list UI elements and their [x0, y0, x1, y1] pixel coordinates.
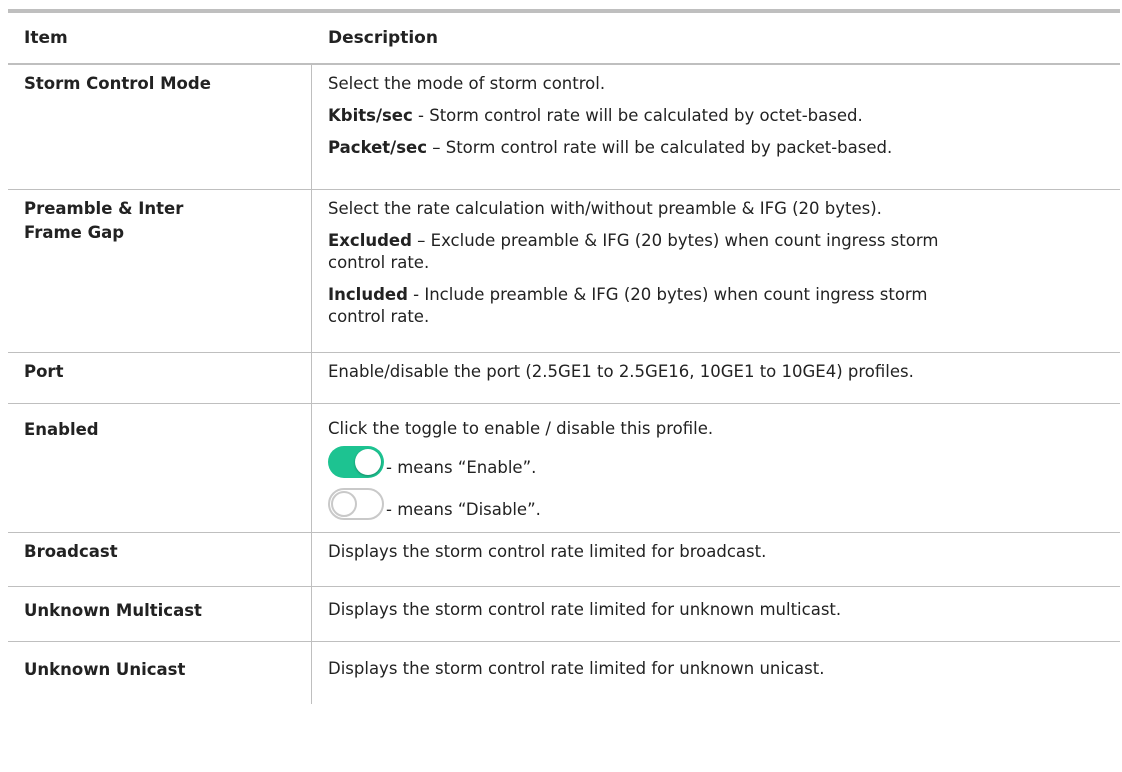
- description-line: Included - Include preamble & IFG (20 by…: [328, 284, 1112, 328]
- description-unknown-unicast: Displays the storm control rate limited …: [312, 642, 1120, 704]
- toggle-on-icon: [328, 446, 384, 478]
- table-row: Port Enable/disable the port (2.5GE1 to …: [8, 353, 1120, 404]
- description-text: – Storm control rate will be calculated …: [427, 138, 893, 157]
- description-line: Select the rate calculation with/without…: [328, 198, 1112, 220]
- item-broadcast: Broadcast: [8, 533, 312, 586]
- item-unknown-multicast: Unknown Multicast: [8, 587, 312, 641]
- item-storm-control-mode: Storm Control Mode: [8, 65, 312, 189]
- description-table: Item Description Storm Control Mode Sele…: [8, 9, 1120, 704]
- description-storm-control-mode: Select the mode of storm control. Kbits/…: [312, 65, 1120, 189]
- description-line: Displays the storm control rate limited …: [328, 599, 1112, 621]
- description-text: Displays the storm control rate limited …: [328, 659, 825, 678]
- description-preamble-ifg: Select the rate calculation with/without…: [312, 190, 1120, 352]
- description-text: Select the rate calculation with/without…: [328, 199, 882, 218]
- toggle-enable-text: - means “Enable”.: [386, 458, 537, 477]
- description-line: Displays the storm control rate limited …: [328, 541, 1112, 563]
- toggle-enable-line: - means “Enable”.: [328, 442, 1112, 478]
- option-kbits: Kbits/sec: [328, 106, 413, 125]
- toggle-off-icon: [328, 488, 384, 520]
- header-item: Item: [24, 28, 68, 48]
- description-text: - Include preamble & IFG (20 bytes) when…: [328, 285, 928, 326]
- description-line: Kbits/sec - Storm control rate will be c…: [328, 105, 1112, 127]
- header-description: Description: [328, 28, 438, 48]
- item-unknown-unicast: Unknown Unicast: [8, 642, 312, 704]
- description-line: Packet/sec – Storm control rate will be …: [328, 137, 1112, 159]
- description-line: Excluded – Exclude preamble & IFG (20 by…: [328, 230, 1112, 274]
- item-enabled: Enabled: [8, 404, 312, 532]
- table-row: Broadcast Displays the storm control rat…: [8, 533, 1120, 587]
- table-row: Unknown Unicast Displays the storm contr…: [8, 642, 1120, 704]
- item-preamble-ifg: Preamble & Inter Frame Gap: [8, 190, 312, 352]
- description-broadcast: Displays the storm control rate limited …: [312, 533, 1120, 586]
- item-port: Port: [8, 353, 312, 403]
- option-excluded: Excluded: [328, 231, 412, 250]
- toggle-disable-line: - means “Disable”.: [328, 484, 1112, 520]
- description-port: Enable/disable the port (2.5GE1 to 2.5GE…: [312, 353, 1120, 403]
- description-text: Displays the storm control rate limited …: [328, 542, 767, 561]
- table-row: Unknown Multicast Displays the storm con…: [8, 587, 1120, 642]
- option-packet: Packet/sec: [328, 138, 427, 157]
- description-enabled: Click the toggle to enable / disable thi…: [312, 404, 1120, 532]
- toggle-disable-text: - means “Disable”.: [386, 500, 541, 519]
- table-row: Preamble & Inter Frame Gap Select the ra…: [8, 190, 1120, 353]
- description-line: Select the mode of storm control.: [328, 73, 1112, 95]
- table-header: Item Description: [8, 13, 1120, 65]
- description-text: Select the mode of storm control.: [328, 74, 606, 93]
- description-line: Enable/disable the port (2.5GE1 to 2.5GE…: [328, 361, 1112, 383]
- table-row: Storm Control Mode Select the mode of st…: [8, 65, 1120, 190]
- option-included: Included: [328, 285, 408, 304]
- description-unknown-multicast: Displays the storm control rate limited …: [312, 587, 1120, 641]
- description-text: Displays the storm control rate limited …: [328, 600, 842, 619]
- description-line: Displays the storm control rate limited …: [328, 658, 1112, 680]
- table-row: Enabled Click the toggle to enable / dis…: [8, 404, 1120, 533]
- description-text: – Exclude preamble & IFG (20 bytes) when…: [328, 231, 939, 272]
- description-text: - Storm control rate will be calculated …: [412, 106, 863, 125]
- description-text: Enable/disable the port (2.5GE1 to 2.5GE…: [328, 362, 914, 381]
- description-line: Click the toggle to enable / disable thi…: [328, 419, 714, 438]
